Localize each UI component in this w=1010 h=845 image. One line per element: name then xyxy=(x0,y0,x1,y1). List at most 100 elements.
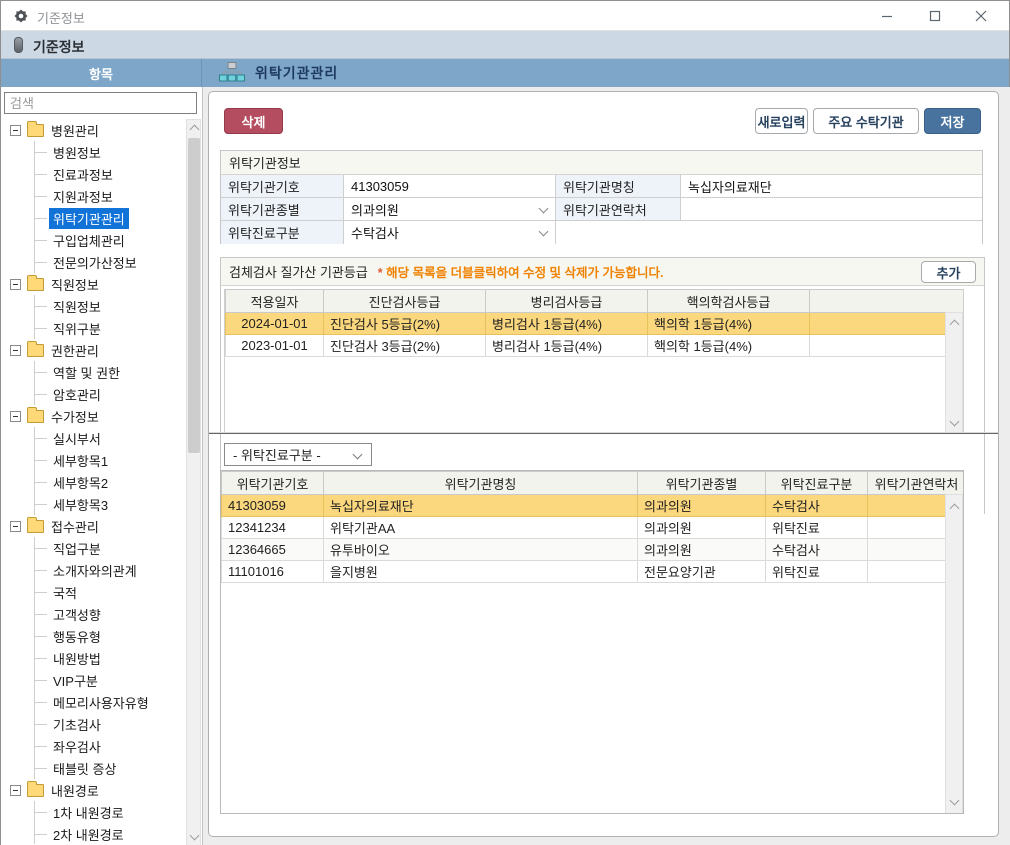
table-row[interactable]: 12341234위탁기관AA의과의원위탁진료 xyxy=(222,517,965,539)
sidebar-item-label: 내원경로 xyxy=(49,780,103,801)
sidebar-item-3[interactable]: 지원과정보 xyxy=(3,185,186,207)
save-button[interactable]: 저장 xyxy=(924,108,981,134)
collapse-icon[interactable] xyxy=(10,125,21,136)
sidebar-item-18[interactable]: 접수관리 xyxy=(3,515,186,537)
sidebar-item-2[interactable]: 진료과정보 xyxy=(3,163,186,185)
collapse-icon[interactable] xyxy=(10,521,21,532)
sidebar-item-label: 직위구분 xyxy=(49,318,105,339)
page-title: 위탁기관관리 xyxy=(255,63,338,83)
sidebar-item-29[interactable]: 태블릿 증상 xyxy=(3,757,186,779)
table-row[interactable]: 2024-01-01진단검사 5등급(2%)병리검사 1등급(4%)핵의학 1등… xyxy=(226,313,965,335)
sidebar-item-16[interactable]: 세부항목2 xyxy=(3,471,186,493)
sidebar-item-label: 소개자와의관계 xyxy=(49,560,141,581)
sidebar-item-32[interactable]: 2차 내원경로 xyxy=(3,823,186,844)
major-consignee-button[interactable]: 주요 수탁기관 xyxy=(813,108,919,134)
table-row[interactable]: 41303059녹십자의료재단의과의원수탁검사 xyxy=(222,495,965,517)
column-header: 위탁기관연락처 xyxy=(868,472,965,495)
sidebar-item-0[interactable]: 병원관리 xyxy=(3,119,186,141)
table-row[interactable]: 2023-01-01진단검사 3등급(2%)병리검사 1등급(4%)핵의학 1등… xyxy=(226,335,965,357)
collapse-icon[interactable] xyxy=(10,785,21,796)
collapse-icon[interactable] xyxy=(10,279,21,290)
table-cell: 병리검사 1등급(4%) xyxy=(486,313,648,335)
sidebar-item-5[interactable]: 구입업체관리 xyxy=(3,229,186,251)
org-code-field[interactable]: 41303059 xyxy=(344,175,556,198)
folder-icon xyxy=(27,784,44,797)
sidebar-item-25[interactable]: VIP구분 xyxy=(3,669,186,691)
sidebar-item-24[interactable]: 내원방법 xyxy=(3,647,186,669)
sidebar-item-27[interactable]: 기초검사 xyxy=(3,713,186,735)
minimize-button[interactable] xyxy=(865,1,909,31)
sidebar-item-8[interactable]: 직원정보 xyxy=(3,295,186,317)
add-button[interactable]: 추가 xyxy=(921,261,976,283)
window-title: 기준정보 xyxy=(37,8,85,27)
sidebar-item-22[interactable]: 고객성향 xyxy=(3,603,186,625)
scrollbar-thumb[interactable] xyxy=(188,138,200,453)
sidebar-item-label: 실시부서 xyxy=(49,428,105,449)
sidebar-item-20[interactable]: 소개자와의관계 xyxy=(3,559,186,581)
sidebar-item-6[interactable]: 전문의가산정보 xyxy=(3,251,186,273)
content-panel: 삭제 새로입력 주요 수탁기관 저장 위탁기관정보 위탁기관기호 4130305… xyxy=(208,91,999,837)
scroll-up-icon[interactable] xyxy=(190,125,200,135)
column-header: 핵의학검사등급 xyxy=(648,290,810,313)
sidebar-item-9[interactable]: 직위구분 xyxy=(3,317,186,339)
sidebar-item-1[interactable]: 병원정보 xyxy=(3,141,186,163)
sidebar-item-19[interactable]: 직업구분 xyxy=(3,537,186,559)
sidebar-item-21[interactable]: 국적 xyxy=(3,581,186,603)
title-bar: 기준정보 xyxy=(1,1,1009,31)
sidebar-item-4[interactable]: 위탁기관관리 xyxy=(3,207,186,229)
table-cell: 2024-01-01 xyxy=(226,313,324,335)
consign-type-filter-select[interactable]: - 위탁진료구분 - xyxy=(224,443,372,466)
column-header: 병리검사등급 xyxy=(486,290,648,313)
collapse-icon[interactable] xyxy=(10,345,21,356)
sidebar-item-12[interactable]: 암호관리 xyxy=(3,383,186,405)
table-cell: 2023-01-01 xyxy=(226,335,324,357)
table-cell xyxy=(810,335,965,357)
table-row[interactable]: 11101016을지병원전문요양기관위탁진료 xyxy=(222,561,965,583)
table-cell: 수탁검사 xyxy=(766,495,868,517)
sidebar-item-13[interactable]: 수가정보 xyxy=(3,405,186,427)
table-row[interactable]: 12364665유투바이오의과의원수탁검사 xyxy=(222,539,965,561)
search-input[interactable] xyxy=(4,92,197,114)
org-contact-field[interactable] xyxy=(681,198,982,221)
sidebar-item-label: 태블릿 증상 xyxy=(49,758,120,779)
table-cell: 전문요양기관 xyxy=(638,561,766,583)
sidebar-item-17[interactable]: 세부항목3 xyxy=(3,493,186,515)
sidebar-item-label: 전문의가산정보 xyxy=(49,252,141,273)
chevron-down-icon[interactable] xyxy=(536,225,551,240)
scroll-down-icon[interactable] xyxy=(190,831,200,841)
sidebar-item-label: 기초검사 xyxy=(49,714,105,735)
sidebar-scrollbar[interactable] xyxy=(186,119,201,845)
sidebar-item-label: 메모리사용자유형 xyxy=(49,692,153,713)
sidebar-item-31[interactable]: 1차 내원경로 xyxy=(3,801,186,823)
sidebar-item-28[interactable]: 좌우검사 xyxy=(3,735,186,757)
org-info-empty-cell xyxy=(556,221,982,244)
horizontal-splitter[interactable] xyxy=(209,432,998,434)
collapse-icon[interactable] xyxy=(10,411,21,422)
sidebar-item-11[interactable]: 역할 및 권한 xyxy=(3,361,186,383)
table-cell: 위탁진료 xyxy=(766,517,868,539)
sidebar-item-23[interactable]: 행동유형 xyxy=(3,625,186,647)
sidebar-item-7[interactable]: 직원정보 xyxy=(3,273,186,295)
breadcrumb-bar: 기준정보 xyxy=(1,31,1009,59)
sidebar-item-label: 병원정보 xyxy=(49,142,105,163)
gear-icon xyxy=(13,8,29,27)
chevron-down-icon[interactable] xyxy=(350,448,365,463)
table-cell: 핵의학 1등급(4%) xyxy=(648,313,810,335)
grade-table-scrollbar[interactable] xyxy=(945,312,963,433)
sidebar-column-title: 항목 xyxy=(1,59,202,87)
org-name-field[interactable]: 녹십자의료재단 xyxy=(681,175,982,198)
institution-table-scrollbar[interactable] xyxy=(945,494,963,814)
sidebar-item-10[interactable]: 권한관리 xyxy=(3,339,186,361)
org-category-select[interactable]: 수탁검사 xyxy=(344,221,556,244)
grade-table-header: 적용일자진단검사등급병리검사등급핵의학검사등급 xyxy=(226,290,965,313)
sidebar-item-15[interactable]: 세부항목1 xyxy=(3,449,186,471)
org-type-select[interactable]: 의과의원 xyxy=(344,198,556,221)
delete-button[interactable]: 삭제 xyxy=(224,108,283,134)
sidebar-item-14[interactable]: 실시부서 xyxy=(3,427,186,449)
maximize-button[interactable] xyxy=(913,1,957,31)
close-button[interactable] xyxy=(959,1,1003,31)
sidebar-item-26[interactable]: 메모리사용자유형 xyxy=(3,691,186,713)
new-entry-button[interactable]: 새로입력 xyxy=(755,108,808,134)
sidebar-item-30[interactable]: 내원경로 xyxy=(3,779,186,801)
chevron-down-icon[interactable] xyxy=(536,202,551,217)
